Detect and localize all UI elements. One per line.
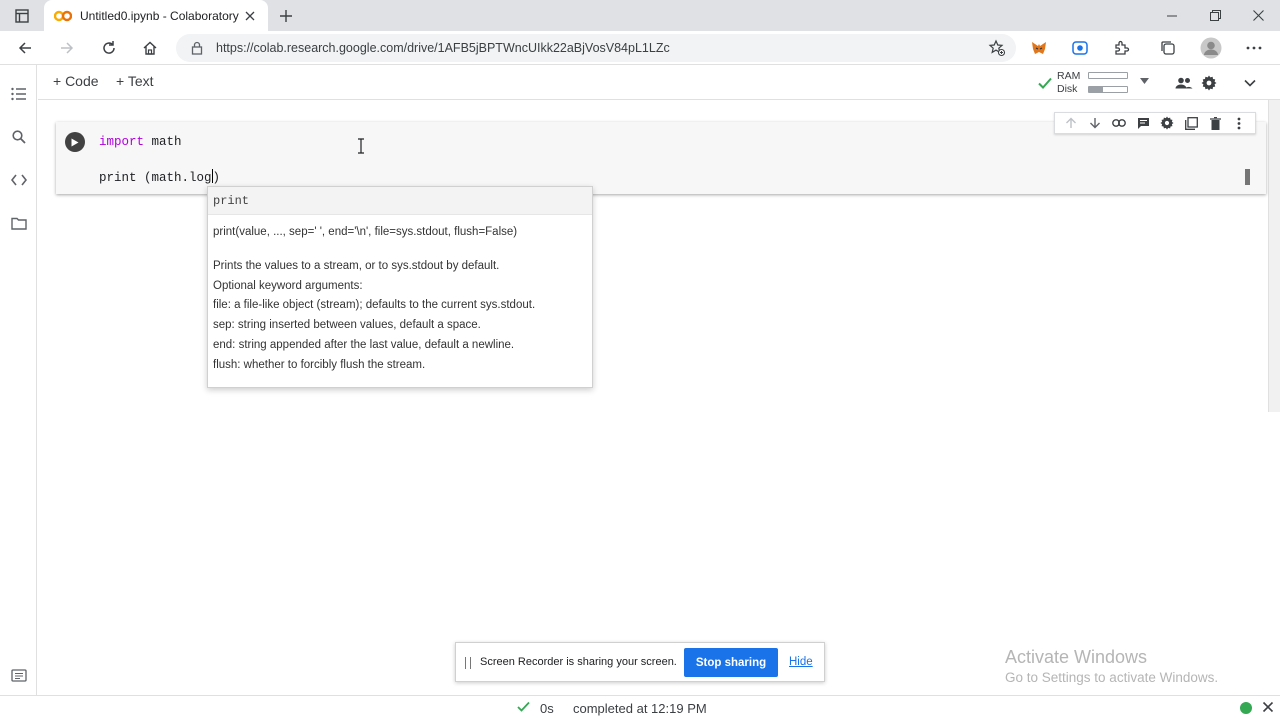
tooltip-doc-line: file: a file-like object (stream); defau…	[213, 299, 536, 312]
metamask-extension-icon[interactable]	[1026, 35, 1052, 61]
url-text: https://colab.research.google.com/drive/…	[216, 41, 670, 55]
code-line-1[interactable]: import math	[99, 134, 182, 151]
forward-icon[interactable]	[54, 35, 80, 61]
tooltip-doc-line: end: string appended after the last valu…	[213, 338, 515, 351]
tooltip-doc-line: Optional keyword arguments:	[213, 279, 363, 292]
terminal-icon[interactable]	[9, 665, 29, 685]
resources-dropdown-icon[interactable]	[1140, 78, 1149, 84]
tab-actions-icon[interactable]	[8, 4, 36, 28]
colab-toolbar: + Code + Text RAM Disk	[38, 65, 1280, 100]
browser-toolbar: https://colab.research.google.com/drive/…	[0, 31, 1280, 65]
tab-close-icon[interactable]	[242, 8, 258, 24]
tooltip-docstring: Prints the values to a stream, or to sys…	[208, 238, 592, 375]
collections-icon[interactable]	[1155, 35, 1181, 61]
drag-handle-icon[interactable]	[465, 657, 471, 669]
code-text-before-caret: print (math.log	[99, 171, 212, 185]
colab-left-rail	[0, 65, 37, 695]
new-tab-button[interactable]	[275, 5, 297, 27]
files-folder-icon[interactable]	[9, 213, 29, 233]
hide-link[interactable]: Hide	[789, 656, 813, 668]
tooltip-doc-line: sep: string inserted between values, def…	[213, 319, 481, 332]
colab-logo-icon	[54, 10, 72, 22]
activate-windows-subtitle: Go to Settings to activate Windows.	[1005, 670, 1219, 685]
minimize-icon[interactable]	[1150, 0, 1194, 31]
mirror-cell-icon[interactable]	[1183, 115, 1199, 131]
disk-fill	[1089, 87, 1104, 92]
lock-icon	[190, 41, 204, 55]
tooltip-signature: print(value, ..., sep=' ', end='\n', fil…	[213, 226, 518, 238]
notebook-scrollbar[interactable]	[1268, 100, 1280, 412]
browser-tab[interactable]: Untitled0.ipynb - Colaboratory	[44, 0, 268, 31]
settings-gear-icon[interactable]	[1200, 74, 1218, 92]
delete-cell-icon[interactable]	[1207, 115, 1223, 131]
activate-windows-title: Activate Windows	[1005, 647, 1148, 667]
profile-avatar-icon[interactable]	[1198, 35, 1224, 61]
tooltip-function-name: print	[208, 187, 592, 215]
move-cell-down-icon[interactable]	[1087, 115, 1103, 131]
code-text-after-caret: )	[212, 171, 221, 185]
cell-toolbar	[1054, 112, 1256, 134]
execution-success-check-icon	[517, 701, 530, 712]
close-window-icon[interactable]	[1236, 0, 1280, 31]
connected-check-icon	[1038, 77, 1052, 89]
screen-recorder-extension-icon[interactable]	[1067, 35, 1093, 61]
status-bar: 0s completed at 12:19 PM	[0, 695, 1280, 720]
resources-indicator[interactable]: RAM Disk	[1038, 70, 1149, 96]
mouse-ibeam-cursor-icon	[356, 138, 366, 154]
connection-status-dot-icon	[1240, 702, 1252, 714]
collapse-header-chevron-icon[interactable]	[1241, 74, 1259, 92]
add-favorite-icon[interactable]	[988, 39, 1006, 57]
restore-icon[interactable]	[1193, 0, 1237, 31]
run-cell-button[interactable]	[65, 132, 85, 152]
tab-title: Untitled0.ipynb - Colaboratory	[80, 8, 239, 23]
address-bar[interactable]: https://colab.research.google.com/drive/…	[176, 34, 1016, 62]
cell-scroll-thumb[interactable]	[1245, 169, 1250, 185]
table-of-contents-icon[interactable]	[9, 84, 29, 104]
more-options-icon[interactable]	[1241, 35, 1267, 61]
add-code-button[interactable]: + Code	[53, 73, 99, 89]
execution-completed-text[interactable]: completed at 12:19 PM	[573, 701, 707, 716]
screen-sharing-bar: Screen Recorder is sharing your screen. …	[455, 642, 825, 682]
extensions-icon[interactable]	[1109, 35, 1135, 61]
disk-bar	[1088, 86, 1128, 93]
code-snippets-icon[interactable]	[9, 170, 29, 190]
disk-label: Disk	[1057, 83, 1078, 95]
cell-gutter	[56, 122, 94, 194]
move-cell-up-icon[interactable]	[1063, 115, 1079, 131]
comment-icon[interactable]	[1135, 115, 1151, 131]
signature-tooltip: print print(value, ..., sep=' ', end='\n…	[207, 186, 593, 388]
cell-more-options-icon[interactable]	[1231, 115, 1247, 131]
refresh-icon[interactable]	[96, 35, 122, 61]
share-people-icon[interactable]	[1175, 74, 1193, 92]
home-icon[interactable]	[137, 35, 163, 61]
ram-label: RAM	[1057, 70, 1081, 82]
tooltip-doc-line: Prints the values to a stream, or to sys…	[213, 260, 500, 272]
execution-duration: 0s	[540, 701, 554, 716]
code-line-2[interactable]: print (math.log)	[99, 169, 220, 187]
back-icon[interactable]	[12, 35, 38, 61]
search-icon[interactable]	[9, 127, 29, 147]
close-status-icon[interactable]	[1262, 701, 1276, 715]
tooltip-doc-line: flush: whether to forcibly flush the str…	[213, 358, 426, 371]
link-to-cell-icon[interactable]	[1111, 115, 1127, 131]
cell-settings-icon[interactable]	[1159, 115, 1175, 131]
code-text: math	[144, 135, 182, 149]
ram-bar	[1088, 72, 1128, 79]
browser-tab-strip: Untitled0.ipynb - Colaboratory	[0, 0, 1280, 31]
add-text-button[interactable]: + Text	[116, 73, 154, 89]
code-keyword: import	[99, 135, 145, 149]
stop-sharing-button[interactable]: Stop sharing	[684, 648, 778, 677]
code-cell[interactable]: import math print (math.log)	[56, 112, 1266, 194]
sharing-message: Screen Recorder is sharing your screen.	[480, 656, 677, 668]
